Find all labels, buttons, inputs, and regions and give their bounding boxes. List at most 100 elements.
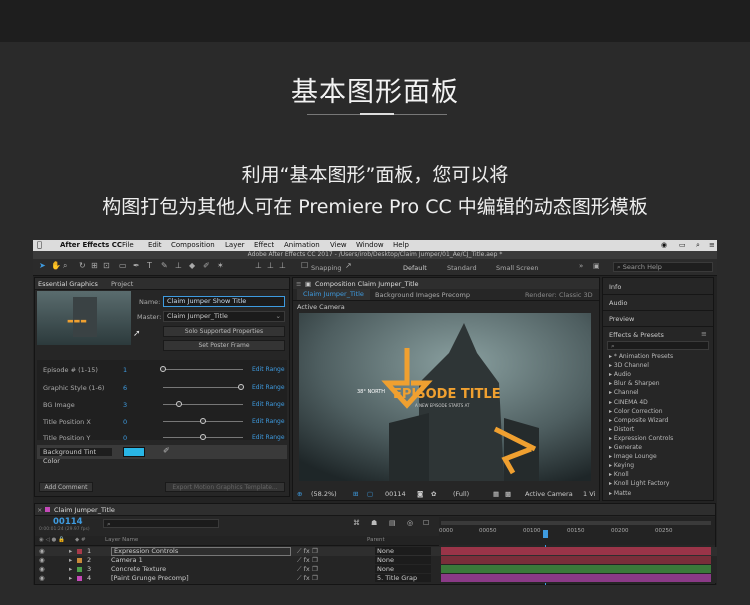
effects-category-item[interactable]: ▸ Image Lounge	[609, 453, 657, 460]
timeline-layer-row[interactable]: ◉ ▸ 4 [Paint Grunge Precomp] ⟋ fx ❐ 5. Title …	[35, 574, 717, 583]
parent-dropdown[interactable]: None	[375, 547, 431, 555]
creative-cloud-icon[interactable]: ◉	[661, 241, 667, 249]
master-dropdown[interactable]: Claim Jumper_Title ⌄	[163, 311, 285, 322]
effects-category-item[interactable]: ▸ Channel	[609, 389, 639, 396]
menu-file[interactable]: File	[122, 241, 134, 249]
name-field[interactable]: Claim Jumper Show Title	[163, 296, 285, 307]
parent-dropdown[interactable]: 5. Title Grap	[375, 574, 431, 582]
puppet-tool-icon[interactable]: ✶	[217, 262, 225, 270]
tab-project[interactable]: Project	[111, 280, 133, 288]
composition-viewer[interactable]: 38° NORTH EPISODE TITLE A NEW EPISODE ST…	[299, 313, 591, 481]
menu-edit[interactable]: Edit	[148, 241, 162, 249]
frame-blending-icon[interactable]: ▤	[389, 519, 396, 527]
eraser-tool-icon[interactable]: ◆	[189, 262, 197, 270]
layer-label-color[interactable]	[77, 558, 82, 563]
property-knob-title-y[interactable]	[200, 434, 206, 440]
twirl-down-icon[interactable]: ▸	[69, 565, 72, 573]
snapping-checkbox[interactable]: ☐	[301, 262, 309, 270]
rectangle-tool-icon[interactable]: ▭	[119, 262, 127, 270]
property-slider-episode[interactable]	[163, 369, 243, 370]
parent-dropdown[interactable]: None	[375, 565, 431, 573]
zoom-dropdown[interactable]: (58.2%)	[311, 490, 337, 498]
menu-effect[interactable]: Effect	[254, 241, 274, 249]
menu-animation[interactable]: Animation	[284, 241, 320, 249]
region-of-interest-icon[interactable]: ▦	[493, 490, 499, 498]
axis-local-icon[interactable]: ⊥	[255, 262, 263, 270]
effects-category-item[interactable]: ▸ * Animation Presets	[609, 353, 673, 360]
property-slider-bg-image[interactable]	[163, 404, 243, 405]
composition-lock-icon[interactable]: ▣	[305, 280, 311, 288]
timeline-layer-row[interactable]: ◉ ▸ 3 Concrete Texture ⟋ fx ❐ None	[35, 565, 717, 574]
property-slider-graphic-style[interactable]	[163, 387, 243, 388]
effects-category-item[interactable]: ▸ Expression Controls	[609, 435, 673, 442]
composition-menu-icon[interactable]: ≡	[296, 280, 301, 288]
parent-dropdown[interactable]: None	[375, 556, 431, 564]
menu-layer[interactable]: Layer	[225, 241, 245, 249]
breadcrumb-bg-precomp[interactable]: Background Images Precomp	[375, 291, 470, 299]
breadcrumb-claim-jumper[interactable]: Claim Jumper_Title	[297, 289, 370, 300]
rotate-tool-icon[interactable]: ↻	[79, 262, 87, 270]
tab-timeline[interactable]: Claim Jumper_Title	[54, 506, 115, 514]
property-value-title-x[interactable]: 0	[123, 418, 127, 426]
edit-range-graphic-style[interactable]: Edit Range	[252, 384, 285, 391]
visibility-eye-icon[interactable]: ◉	[39, 574, 45, 582]
effects-category-item[interactable]: ▸ Knoll	[609, 471, 629, 478]
snapping-options-icon[interactable]: ↗	[345, 262, 353, 270]
axis-world-icon[interactable]: ⊥	[267, 262, 275, 270]
playhead-handle[interactable]	[543, 530, 548, 538]
graph-editor-icon[interactable]: ☐	[423, 519, 429, 527]
edit-range-bg-image[interactable]: Edit Range	[252, 401, 285, 408]
effects-menu-icon[interactable]: ≡	[701, 330, 707, 338]
set-poster-frame-button[interactable]: Set Poster Frame	[163, 340, 285, 351]
layer-duration-bar[interactable]	[441, 574, 711, 582]
preview-panel-header[interactable]: Preview	[609, 315, 634, 323]
mask-visibility-icon[interactable]: ▢	[367, 490, 373, 498]
grid-guides-icon[interactable]: ⊞	[353, 490, 358, 498]
transparency-grid-icon[interactable]: ▩	[505, 490, 511, 498]
menu-app[interactable]: After Effects CC	[60, 241, 122, 249]
visibility-eye-icon[interactable]: ◉	[39, 565, 45, 573]
display-icon[interactable]: ▭	[679, 241, 686, 249]
visibility-eye-icon[interactable]: ◉	[39, 547, 45, 555]
layer-switches[interactable]: ⟋ fx ❐	[297, 565, 318, 574]
workspace-default[interactable]: Default	[403, 264, 427, 272]
tint-color-label[interactable]: Background Tint Color	[39, 447, 113, 465]
shy-layers-icon[interactable]: ☗	[371, 519, 377, 527]
effects-category-item[interactable]: ▸ Matte	[609, 490, 631, 497]
tint-color-swatch[interactable]	[123, 447, 145, 457]
motion-blur-icon[interactable]: ◎	[407, 519, 413, 527]
workspace-small-screen[interactable]: Small Screen	[496, 264, 538, 272]
edit-range-title-y[interactable]: Edit Range	[252, 434, 285, 441]
effects-category-item[interactable]: ▸ CINEMA 4D	[609, 399, 648, 406]
layer-switches[interactable]: ⟋ fx ❐	[297, 547, 318, 556]
workspace-standard[interactable]: Standard	[447, 264, 477, 272]
property-knob-episode[interactable]	[160, 366, 166, 372]
audio-panel-header[interactable]: Audio	[609, 299, 627, 307]
timeline-layer-row[interactable]: ◉ ▸ 1 Expression Controls ⟋ fx ❐ None	[35, 547, 717, 556]
resolution-dropdown[interactable]: (Full)	[453, 490, 469, 498]
layer-name[interactable]: Camera 1	[111, 556, 143, 564]
always-preview-icon[interactable]: ⊕	[297, 490, 302, 498]
layer-name[interactable]: Expression Controls	[111, 547, 291, 556]
current-time-display[interactable]: 00114	[385, 490, 406, 498]
menu-window[interactable]: Window	[356, 241, 384, 249]
effects-category-item[interactable]: ▸ 3D Channel	[609, 362, 649, 369]
property-knob-title-x[interactable]	[200, 418, 206, 424]
tab-composition[interactable]: Composition Claim Jumper_Title	[315, 280, 419, 288]
roto-brush-tool-icon[interactable]: ✐	[203, 262, 211, 270]
menu-list-icon[interactable]: ≡	[709, 241, 715, 249]
workspace-overflow-icon[interactable]: »	[579, 262, 583, 270]
effects-category-item[interactable]: ▸ Keying	[609, 462, 634, 469]
menu-composition[interactable]: Composition	[171, 241, 215, 249]
menu-view[interactable]: View	[330, 241, 347, 249]
effects-category-item[interactable]: ▸ Composite Wizard	[609, 417, 668, 424]
draft-3d-icon[interactable]: ⌘	[353, 519, 360, 527]
pan-behind-tool-icon[interactable]: ⊡	[103, 262, 111, 270]
layer-name-column[interactable]: Layer Name	[105, 537, 138, 543]
timeline-layer-row[interactable]: ◉ ▸ 2 Camera 1 ⟋ fx ❐ None	[35, 556, 717, 565]
effects-category-item[interactable]: ▸ Knoll Light Factory	[609, 480, 669, 487]
twirl-down-icon[interactable]: ▸	[69, 574, 72, 582]
twirl-down-icon[interactable]: ▸	[69, 547, 72, 555]
timeline-search-input[interactable]: ⌕	[103, 519, 219, 528]
timeline-current-time[interactable]: 00114	[53, 517, 83, 527]
